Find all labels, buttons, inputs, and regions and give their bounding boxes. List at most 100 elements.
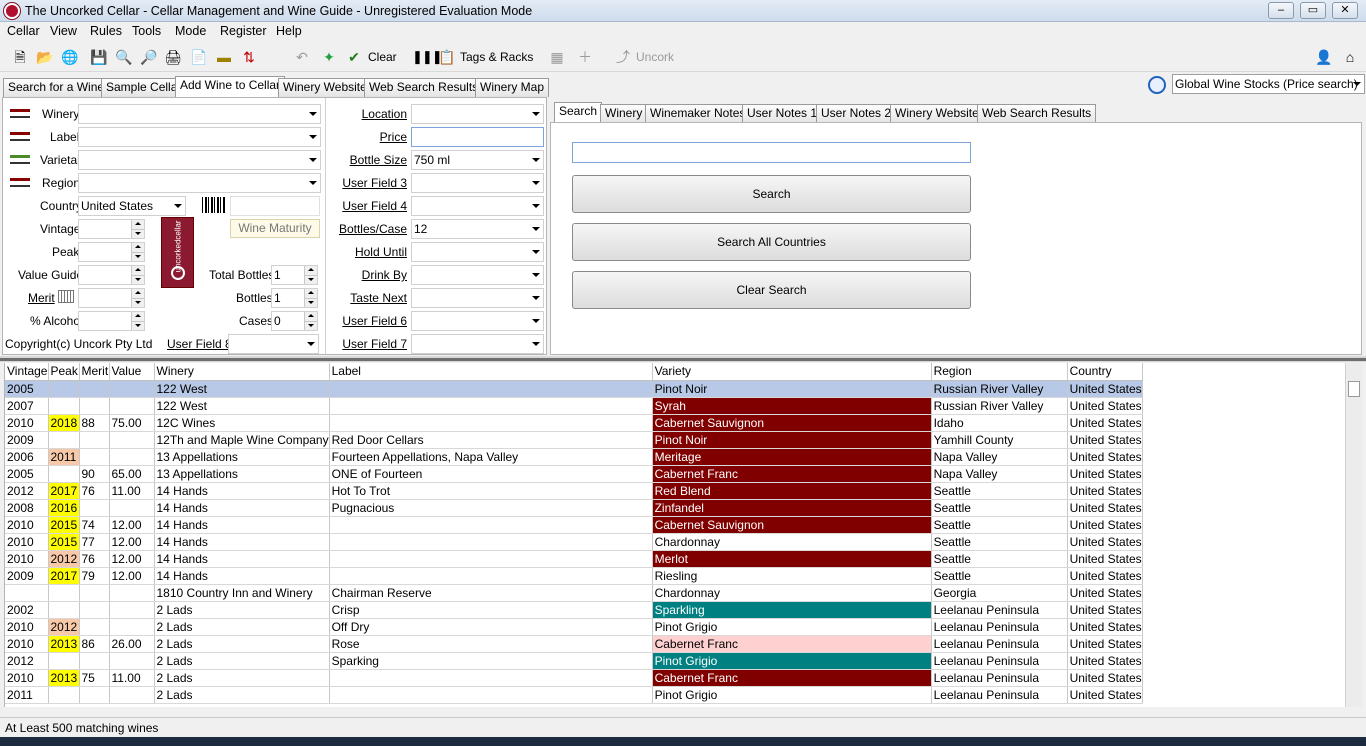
cell-region[interactable]: Seattle xyxy=(931,499,1068,517)
cell-region[interactable]: Leelanau Peninsula xyxy=(931,635,1068,653)
cell-winery[interactable]: 14 Hands xyxy=(154,567,330,585)
cell-merit[interactable] xyxy=(79,380,110,398)
cell-vintage[interactable]: 2005 xyxy=(5,380,49,398)
open-folder-icon[interactable]: 📂 xyxy=(36,49,54,65)
barcode-icon[interactable]: ❚❚❚ xyxy=(412,49,443,65)
cell-value[interactable] xyxy=(109,397,155,415)
cell-merit[interactable]: 76 xyxy=(79,550,110,568)
cell-peak[interactable] xyxy=(48,397,80,415)
cell-peak[interactable]: 2016 xyxy=(48,499,80,517)
column-header-value[interactable]: Value xyxy=(109,363,155,381)
print-preview-icon[interactable]: 📄 xyxy=(190,49,208,65)
column-header-label[interactable]: Label xyxy=(329,363,653,381)
table-row[interactable]: 2011 2 Lads Pinot Grigio Leelanau Peninsula… xyxy=(5,686,1143,704)
tags-racks-button[interactable]: Tags & Racks xyxy=(460,50,533,64)
cell-country[interactable]: United States xyxy=(1067,465,1143,483)
cell-winery[interactable]: 2 Lads xyxy=(154,635,330,653)
user-field-7-select[interactable] xyxy=(411,334,544,354)
tab-web-search-results-sub[interactable]: Web Search Results xyxy=(977,104,1097,123)
cell-value[interactable]: 11.00 xyxy=(109,669,155,687)
cell-merit[interactable] xyxy=(79,652,110,670)
varietal-select[interactable] xyxy=(78,150,321,170)
cell-region[interactable]: Leelanau Peninsula xyxy=(931,618,1068,636)
table-row[interactable]: 2010 2012 2 Lads Off Dry Pinot Grigio Leelana… xyxy=(5,618,1143,636)
cases-spinner[interactable]: 0 xyxy=(271,311,318,331)
table-row[interactable]: 2010 2013 75 11.00 2 Lads Cabernet Franc Leela… xyxy=(5,669,1143,687)
cell-variety[interactable]: Pinot Noir xyxy=(652,380,932,398)
menu-register[interactable]: Register xyxy=(220,24,267,38)
cell-variety[interactable]: Riesling xyxy=(652,567,932,585)
merit-spinner[interactable] xyxy=(78,288,145,308)
splitter[interactable] xyxy=(0,356,1366,362)
cell-peak[interactable] xyxy=(48,584,80,602)
cell-merit[interactable]: 88 xyxy=(79,414,110,432)
tab-web-search-results[interactable]: Web Search Results xyxy=(364,78,484,97)
cell-winery[interactable]: 12C Wines xyxy=(154,414,330,432)
table-row[interactable]: 2010 2015 74 12.00 14 Hands Cabernet Sauvigno… xyxy=(5,516,1143,534)
table-row[interactable]: 2010 2012 76 12.00 14 Hands Merlot Seattle Unit… xyxy=(5,550,1143,568)
tab-search[interactable]: Search xyxy=(554,102,603,123)
cell-merit[interactable] xyxy=(79,431,110,449)
cell-winery[interactable]: 12Th and Maple Wine Company xyxy=(154,431,330,449)
cell-variety[interactable]: Red Blend xyxy=(652,482,932,500)
cell-merit[interactable] xyxy=(79,499,110,517)
label-select[interactable] xyxy=(78,127,321,147)
cell-winery[interactable]: 2 Lads xyxy=(154,618,330,636)
barcode-input[interactable] xyxy=(230,196,320,216)
cell-merit[interactable]: 86 xyxy=(79,635,110,653)
table-row[interactable]: 2010 2013 86 26.00 2 Lads Rose Cabernet Franc L… xyxy=(5,635,1143,653)
cell-merit[interactable] xyxy=(79,448,110,466)
table-row[interactable]: 2012 2017 76 11.00 14 Hands Hot To Trot Red Bl… xyxy=(5,482,1143,500)
uncork-button[interactable]: Uncork xyxy=(636,50,674,64)
cell-winery[interactable]: 2 Lads xyxy=(154,652,330,670)
cell-vintage[interactable]: 2009 xyxy=(5,567,49,585)
cell-variety[interactable]: Chardonnay xyxy=(652,584,932,602)
cell-country[interactable]: United States xyxy=(1067,567,1143,585)
cell-peak[interactable]: 2015 xyxy=(48,533,80,551)
cell-vintage[interactable]: 2010 xyxy=(5,533,49,551)
cell-merit[interactable]: 74 xyxy=(79,516,110,534)
cell-vintage[interactable]: 2010 xyxy=(5,635,49,653)
tab-winery-website-sub[interactable]: Winery Website xyxy=(890,104,984,123)
cell-winery[interactable]: 13 Appellations xyxy=(154,448,330,466)
cell-region[interactable]: Idaho xyxy=(931,414,1068,432)
drink-by-label[interactable]: Drink By xyxy=(330,268,407,282)
cell-merit[interactable]: 75 xyxy=(79,669,110,687)
cell-label[interactable] xyxy=(329,533,653,551)
cell-winery[interactable]: 14 Hands xyxy=(154,533,330,551)
cell-value[interactable] xyxy=(109,686,155,704)
web-folder-icon[interactable]: 🌐 xyxy=(61,49,79,65)
cell-label[interactable] xyxy=(329,397,653,415)
table-row[interactable]: 2008 2016 14 Hands Pugnacious Zinfandel Seatt… xyxy=(5,499,1143,517)
cell-winery[interactable]: 14 Hands xyxy=(154,499,330,517)
cell-country[interactable]: United States xyxy=(1067,584,1143,602)
global-search-select[interactable]: Global Wine Stocks (Price search) xyxy=(1172,74,1365,94)
user-field-3-label[interactable]: User Field 3 xyxy=(330,176,407,190)
cell-vintage[interactable]: 2012 xyxy=(5,482,49,500)
print-icon[interactable]: 🖨 xyxy=(164,49,182,65)
menu-mode[interactable]: Mode xyxy=(175,24,206,38)
cell-winery[interactable]: 14 Hands xyxy=(154,550,330,568)
tags-icon[interactable]: 📋 xyxy=(438,49,456,65)
cell-variety[interactable]: Sparkling xyxy=(652,601,932,619)
table-row[interactable]: 1810 Country Inn and Winery Chairman Rese… xyxy=(5,584,1143,602)
cell-country[interactable]: United States xyxy=(1067,499,1143,517)
cell-value[interactable]: 75.00 xyxy=(109,414,155,432)
cell-peak[interactable]: 2013 xyxy=(48,669,80,687)
tab-winery[interactable]: Winery xyxy=(600,104,648,123)
cell-vintage[interactable]: 2010 xyxy=(5,550,49,568)
table-row[interactable]: 2005 90 65.00 13 Appellations ONE of Fourtee… xyxy=(5,465,1143,483)
tab-add-wine-to-cellar[interactable]: Add Wine to Cellar xyxy=(175,76,286,97)
vintage-spinner[interactable] xyxy=(78,219,145,239)
menu-help[interactable]: Help xyxy=(276,24,302,38)
cell-vintage[interactable]: 2005 xyxy=(5,465,49,483)
cell-peak[interactable] xyxy=(48,431,80,449)
cell-peak[interactable]: 2012 xyxy=(48,618,80,636)
cell-label[interactable]: Sparking xyxy=(329,652,653,670)
tab-sample-cellar[interactable]: Sample Cellar xyxy=(101,78,187,97)
maximize-button[interactable]: ▭ xyxy=(1300,2,1326,19)
tab-user-notes-2[interactable]: User Notes 2 xyxy=(816,104,897,123)
cell-winery[interactable]: 2 Lads xyxy=(154,601,330,619)
column-header-region[interactable]: Region xyxy=(931,363,1068,381)
bottles-spinner[interactable]: 1 xyxy=(271,288,318,308)
